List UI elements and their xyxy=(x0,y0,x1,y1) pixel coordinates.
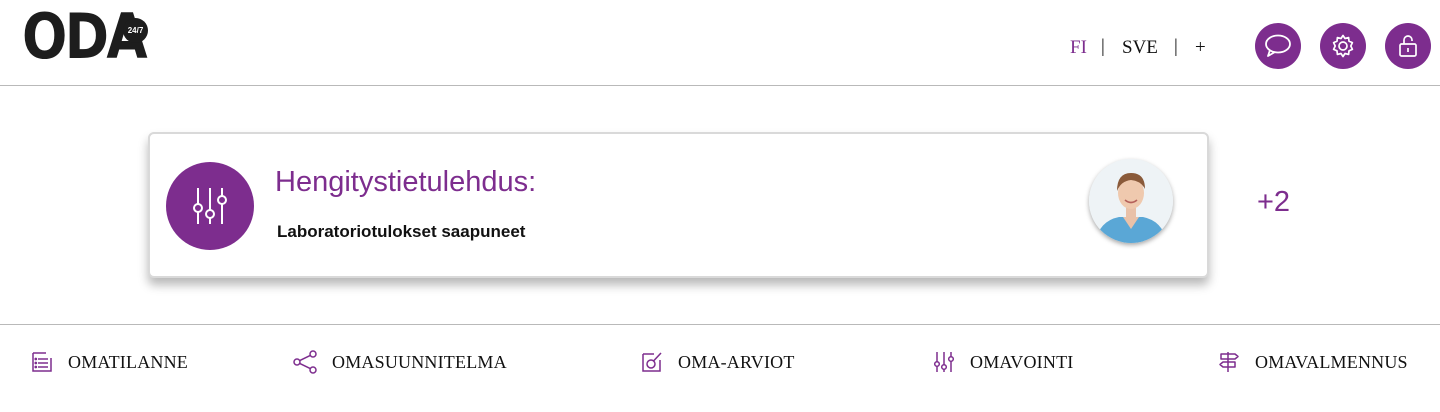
nav-omatilanne[interactable]: OMATILANNE xyxy=(30,345,188,379)
language-fi[interactable]: FI xyxy=(1070,37,1087,59)
nav-omavointi[interactable]: OMAVOINTI xyxy=(932,345,1073,379)
unlock-button[interactable] xyxy=(1385,23,1431,69)
nav-omasuunnitelma[interactable]: OMASUUNNITELMA xyxy=(292,345,507,379)
unlock-icon xyxy=(1399,35,1417,57)
nav-label-omasuunnitelma: OMASUUNNITELMA xyxy=(332,351,507,372)
top-header: ODA 24/7 FI | SVE | + xyxy=(0,0,1440,86)
nav-label-omatilanne: OMATILANNE xyxy=(68,351,188,372)
nav-oma-arviot[interactable]: OMA-ARVIOT xyxy=(640,345,795,379)
notification-title: Hengitystietulehdus: xyxy=(275,166,537,198)
settings-button[interactable] xyxy=(1320,23,1366,69)
nav-label-omavointi: OMAVOINTI xyxy=(970,351,1074,372)
notification-subtitle: Laboratoriotulokset saapuneet xyxy=(277,222,526,241)
logo-badge: 24/7 xyxy=(123,18,148,43)
signpost-icon xyxy=(1219,352,1239,372)
chat-bubble-icon xyxy=(1265,34,1291,57)
notification-card[interactable]: Hengitystietulehdus: Laboratoriotulokset… xyxy=(148,132,1209,278)
nav-label-omavalmennus: OMAVALMENNUS xyxy=(1255,351,1408,372)
card-icon-circle xyxy=(166,162,254,250)
language-separator: | xyxy=(1101,36,1105,57)
sliders-icon xyxy=(933,352,955,372)
check-square-icon xyxy=(642,352,662,372)
language-more[interactable]: + xyxy=(1195,37,1206,59)
list-document-icon xyxy=(32,352,52,372)
chat-button[interactable] xyxy=(1255,23,1301,69)
more-notifications-count[interactable]: +2 xyxy=(1257,186,1290,219)
bottom-navigation: OMATILANNE OMASUUNNITELMA OMA-ARVIOT OMA… xyxy=(0,324,1440,412)
nurse-avatar xyxy=(1089,159,1173,243)
nav-label-oma-arviot: OMA-ARVIOT xyxy=(678,351,795,372)
nav-omavalmennus[interactable]: OMAVALMENNUS xyxy=(1217,345,1408,379)
gear-icon xyxy=(1332,34,1354,58)
share-nodes-icon xyxy=(293,350,317,374)
language-separator: | xyxy=(1174,36,1178,57)
sliders-icon xyxy=(193,188,227,224)
language-sve[interactable]: SVE xyxy=(1122,37,1158,59)
